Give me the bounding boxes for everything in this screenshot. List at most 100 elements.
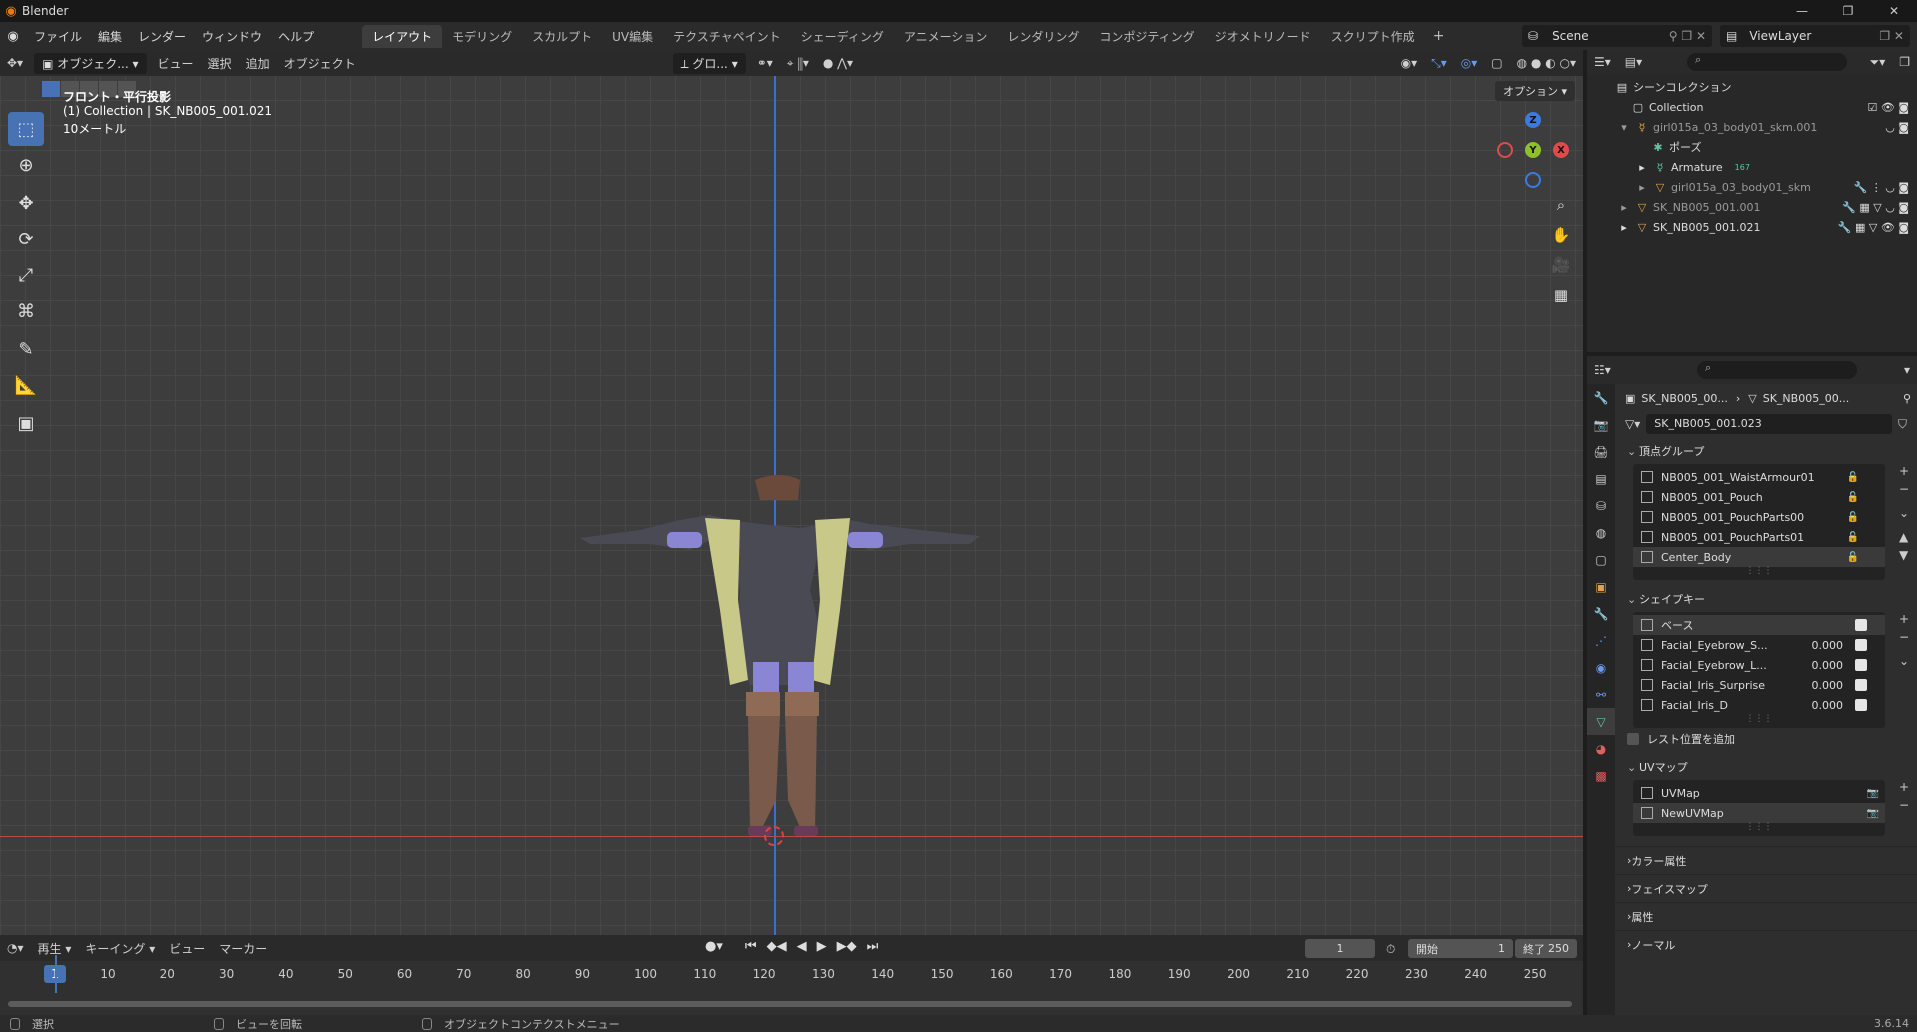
list-resize-handle[interactable]: ⋮⋮⋮ [1633, 567, 1885, 577]
armature-object-row[interactable]: ▾ ☿ girl015a_03_body01_skm.001 ◡ ◙ [1587, 117, 1917, 137]
menu-window[interactable]: ウィンドウ [194, 28, 270, 45]
rotate-icon[interactable]: ⟳ [8, 222, 44, 256]
properties-editor-type-icon[interactable]: ☷▾ [1587, 363, 1618, 377]
transform-icon[interactable]: ⌘ [8, 294, 44, 328]
annotate-icon[interactable]: ✎ [8, 332, 44, 366]
tab-layout[interactable]: レイアウト [362, 24, 443, 48]
list-item[interactable]: NB005_001_WaistArmour01 🔓 [1633, 467, 1885, 487]
menu-object[interactable]: オブジェクト [277, 55, 363, 72]
sk-001-row[interactable]: ▸ ▽ SK_NB005_001.001 🔧 ▦ ▽ ◡ ◙ [1587, 197, 1917, 217]
body-mesh-row[interactable]: ▸ ▽ girl015a_03_body01_skm 🔧 ⋮ ◡ ◙ [1587, 177, 1917, 197]
tab-shading[interactable]: シェーディング [791, 25, 894, 48]
display-mode-icon[interactable]: ▤▾ [1618, 55, 1649, 69]
jump-end-icon[interactable]: ⏭ [862, 939, 884, 954]
minimize-icon[interactable]: — [1779, 0, 1825, 22]
xray-icon[interactable]: ▢ [1484, 56, 1509, 70]
vertex-groups-list[interactable]: NB005_001_WaistArmour01 🔓 NB005_001_Pouch… [1633, 464, 1909, 580]
shape-key-value[interactable]: 0.000 [1812, 659, 1844, 672]
add-icon[interactable]: + [1899, 780, 1909, 794]
add-icon[interactable]: + [1899, 612, 1909, 626]
select-box-icon[interactable]: ⬚ [8, 112, 44, 146]
filter-icon[interactable]: ⏷▾ [1863, 55, 1893, 70]
physics-tab-icon[interactable]: ◉ [1587, 654, 1615, 681]
next-keyframe-icon[interactable]: ▶◆ [832, 939, 862, 954]
list-item[interactable]: Facial_Eyebrow_S... 0.000 [1633, 635, 1885, 655]
specials-icon[interactable]: ⌄ [1899, 506, 1909, 520]
tab-rendering[interactable]: レンダリング [997, 25, 1089, 48]
3d-viewport[interactable]: ✥▾ ▣ オブジェク... ▾ ビュー 選択 追加 オブジェクト ⟂ グロ...… [0, 50, 1583, 935]
scene-collection-row[interactable]: ▤ シーンコレクション [1587, 77, 1917, 97]
pivot-icon[interactable]: ⚭▾ [750, 56, 780, 70]
specials-icon[interactable]: ⌄ [1899, 654, 1909, 668]
mode-dropdown[interactable]: ▣ オブジェク... ▾ [34, 52, 147, 74]
gizmo-neg-x-axis[interactable] [1497, 142, 1513, 158]
mesh-data-tab-icon[interactable]: ▽ [1587, 708, 1615, 735]
collection-row[interactable]: ▢ Collection ☑ 👁 ◙ [1587, 97, 1917, 117]
preview-range-icon[interactable]: ⏱ [1386, 942, 1395, 957]
expand-arrow-icon-3[interactable]: ▸ [1635, 181, 1649, 194]
timeline-editor-type-icon[interactable]: ◔▾ [0, 941, 31, 955]
expand-arrow-icon[interactable]: ▾ [1617, 121, 1631, 134]
shape-key-checkbox[interactable] [1855, 679, 1867, 691]
add-workspace-button[interactable]: + [1425, 28, 1453, 44]
texture-tab-icon[interactable]: ▩ [1587, 762, 1615, 789]
fake-user-icon[interactable]: ⛉ [1898, 417, 1907, 432]
navigation-gizmo[interactable]: Z Y X [1493, 110, 1573, 190]
view-layer-selector[interactable]: ▤ ViewLayer ❐ ✕ [1720, 25, 1910, 47]
list-item[interactable]: ベース [1633, 615, 1885, 635]
current-frame-field[interactable]: 1 [1305, 939, 1375, 958]
new-collection-icon[interactable]: ❐ [1892, 55, 1917, 69]
world-tab-icon[interactable]: ◍ [1587, 519, 1615, 546]
properties-options-icon[interactable]: ▾ [1897, 363, 1917, 377]
face-maps-panel-header[interactable]: › フェイスマップ [1615, 874, 1917, 902]
play-reverse-icon[interactable]: ◀ [792, 939, 812, 954]
sk-021-row[interactable]: ▸ ▽ SK_NB005_001.021 🔧 ▦ ▽ 👁 ◙ [1587, 217, 1917, 237]
list-item[interactable]: NB005_001_Pouch 🔓 [1633, 487, 1885, 507]
menu-edit[interactable]: 編集 [90, 28, 130, 45]
menu-playback[interactable]: 再生 ▾ [31, 940, 79, 957]
view-layer-actions-icon[interactable]: ❐ ✕ [1879, 29, 1904, 43]
list-resize-handle[interactable]: ⋮⋮⋮ [1633, 715, 1885, 725]
shape-key-checkbox[interactable] [1854, 619, 1867, 631]
shape-keys-panel-header[interactable]: ⌄ シェイプキー [1615, 586, 1917, 612]
gizmo-y-axis[interactable]: Y [1525, 142, 1541, 158]
list-item[interactable]: NewUVMap 📷 [1633, 803, 1885, 823]
play-icon[interactable]: ▶ [812, 939, 832, 954]
collection-tab-icon[interactable]: ▢ [1587, 546, 1615, 573]
uv-maps-panel-header[interactable]: ⌄ UVマップ [1615, 754, 1917, 780]
camera-view-icon[interactable]: 🎥 [1548, 252, 1574, 278]
frame-ruler[interactable]: 1 10203040506070809010011012013014015016… [0, 963, 1583, 987]
shape-keys-list[interactable]: ベース Facial_Eyebrow_S... 0.000 Facial_Eyeb… [1633, 612, 1909, 728]
mesh-datablock-selector[interactable]: ▽▾ SK_NB005_001.023 ⛉ [1625, 414, 1907, 434]
menu-select[interactable]: 選択 [201, 55, 239, 72]
render-camera-icon[interactable]: 📷 [1867, 788, 1879, 799]
tool-tab-icon[interactable]: 🔧 [1587, 384, 1615, 411]
visibility-icon[interactable]: ◉▾ [1394, 56, 1425, 70]
snap-icon[interactable]: ⌖ ⫼▾ [780, 56, 816, 71]
lock-icon[interactable]: 🔓 [1847, 472, 1859, 483]
armature-data-row[interactable]: ▸ ☿ Armature 167 [1587, 157, 1917, 177]
menu-keying[interactable]: キーイング ▾ [78, 940, 162, 957]
add-rest-position-checkbox[interactable]: レスト位置を追加 [1615, 728, 1917, 750]
overlay-toggle-icon[interactable]: ◎▾ [1454, 56, 1485, 70]
menu-add[interactable]: 追加 [239, 55, 277, 72]
expand-arrow-icon-2[interactable]: ▸ [1635, 161, 1649, 174]
shape-key-checkbox[interactable] [1855, 659, 1867, 671]
move-icon[interactable]: ✥ [8, 186, 44, 220]
armature-object-toggles[interactable]: ◡ ◙ [1885, 121, 1909, 134]
gizmo-neg-z-axis[interactable] [1525, 172, 1541, 188]
lock-icon[interactable]: 🔓 [1847, 492, 1859, 503]
scene-tab-icon[interactable]: ⛁ [1587, 492, 1615, 519]
zoom-icon[interactable]: ⌕ [1548, 192, 1574, 218]
mesh-name-field[interactable]: SK_NB005_001.023 [1646, 414, 1892, 434]
list-resize-handle[interactable]: ⋮⋮⋮ [1633, 823, 1885, 833]
shape-key-checkbox[interactable] [1855, 699, 1867, 711]
menu-render[interactable]: レンダー [130, 28, 194, 45]
start-frame-field[interactable]: 開始 1 [1408, 939, 1513, 958]
rest-position-checkbox[interactable] [1627, 733, 1639, 745]
cursor-icon[interactable]: ⊕ [8, 148, 44, 182]
gizmo-toggle-icon[interactable]: ⤡▾ [1424, 56, 1454, 71]
expand-arrow-icon-5[interactable]: ▸ [1617, 221, 1631, 234]
vertex-groups-panel-header[interactable]: ⌄ 頂点グループ [1615, 438, 1917, 464]
shape-key-value[interactable]: 0.000 [1812, 679, 1844, 692]
